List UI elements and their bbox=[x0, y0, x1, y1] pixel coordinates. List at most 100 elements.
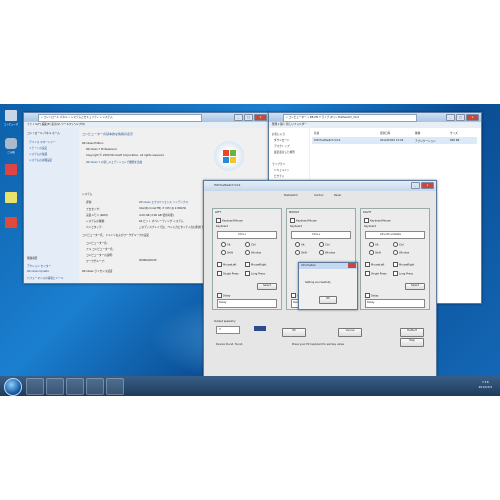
taskbar-clock[interactable]: 7:16 2012/3/3 bbox=[479, 380, 492, 390]
sysinfo-sidebar: コントロール パネル ホーム デバイス マネージャー リモートの設定 システムの… bbox=[24, 128, 79, 283]
mouse-right-option[interactable]: MouseRight bbox=[393, 262, 414, 267]
maximize-button[interactable]: □ bbox=[456, 114, 465, 121]
mode-keyboard-mouse[interactable]: KeyboardMouse bbox=[216, 218, 243, 223]
close-button[interactable]: x bbox=[421, 182, 434, 189]
see-also-performance[interactable]: パフォーマンスの情報とツール bbox=[27, 276, 63, 280]
nav-downloads[interactable]: ダウンロード bbox=[274, 138, 290, 142]
spec-value: Intel(R) Core(TM) i7 CPU @ 2.80GHz bbox=[139, 207, 186, 210]
taskbar-app-icon[interactable] bbox=[86, 378, 104, 395]
comp-key: コンピューター名: bbox=[86, 242, 108, 245]
keyboard-label: Keyboard bbox=[216, 225, 229, 228]
opt-ctrl[interactable]: Ctrl bbox=[319, 242, 330, 247]
opt-alt[interactable]: Alt bbox=[295, 242, 305, 247]
explorer-address-bar[interactable]: « コンピューター » RB-HB ドライブ (E:) » PostSwitch… bbox=[283, 114, 417, 122]
opt-window[interactable]: Window bbox=[393, 250, 409, 255]
close-icon[interactable] bbox=[348, 263, 356, 268]
opt-alt[interactable]: Alt bbox=[221, 242, 231, 247]
opt-window[interactable]: Window bbox=[319, 250, 335, 255]
rating-link[interactable]: Windows エクスペリエンス インデックス bbox=[139, 200, 188, 204]
upgrade-link[interactable]: Windows 7 の新しいエディションで機能を追加 bbox=[86, 160, 142, 164]
tab-postswitch[interactable]: Postswitch bbox=[284, 194, 298, 197]
sidebar-item-protection[interactable]: システムの保護 bbox=[29, 152, 47, 156]
opt-window[interactable]: Window bbox=[245, 250, 261, 255]
opt-shift[interactable]: Shift bbox=[369, 250, 381, 255]
default-button[interactable]: Default bbox=[400, 328, 424, 337]
delay-field[interactable]: Delay bbox=[365, 299, 425, 308]
desktop-icon-tool[interactable] bbox=[3, 217, 19, 229]
see-also-label: 関連項目 bbox=[27, 257, 38, 260]
maximize-button[interactable]: □ bbox=[244, 114, 253, 121]
single-press-option[interactable]: Single Press bbox=[365, 271, 387, 276]
dialog-ok-button[interactable]: OK bbox=[319, 296, 337, 304]
select-button[interactable]: Select bbox=[405, 283, 425, 290]
desktop-icon-folder[interactable] bbox=[3, 192, 19, 204]
combo-field[interactable]: Alt+Ctrl+Delete bbox=[365, 231, 425, 239]
taskbar-explorer-icon[interactable] bbox=[46, 378, 64, 395]
help-button[interactable]: Help bbox=[400, 338, 424, 347]
desktop-icon-label: コンピュータ bbox=[3, 123, 19, 126]
column-header-date[interactable]: 更新日時 bbox=[380, 131, 390, 135]
long-press-option[interactable]: Long Press bbox=[393, 271, 413, 276]
long-press-option[interactable]: Long Press bbox=[245, 271, 265, 276]
column-header-name[interactable]: 名前 bbox=[314, 131, 319, 135]
close-button[interactable]: x bbox=[254, 114, 267, 121]
desktop-icon-recycle-bin[interactable]: ごみ箱 bbox=[3, 138, 19, 154]
tab-panel[interactable]: Panel bbox=[334, 194, 341, 197]
delay-field[interactable]: Delay bbox=[217, 299, 277, 308]
sidebar-item-home[interactable]: コントロール パネル ホーム bbox=[27, 131, 60, 135]
mouse-right-option[interactable]: MouseRight bbox=[245, 262, 266, 267]
desktop-icon-app[interactable] bbox=[3, 164, 19, 176]
minimize-button[interactable]: _ bbox=[446, 114, 455, 121]
close-button[interactable]: x bbox=[466, 114, 479, 121]
sidebar-item-remote[interactable]: リモートの設定 bbox=[29, 146, 47, 150]
opt-ctrl[interactable]: Ctrl bbox=[393, 242, 404, 247]
delay-option[interactable]: Delay bbox=[365, 293, 378, 298]
nav-recent[interactable]: 最近表示した場所 bbox=[274, 150, 295, 154]
combo-field[interactable]: Ctrl+v bbox=[291, 231, 351, 239]
mouse-left-option[interactable]: MouseLeft bbox=[365, 262, 384, 267]
see-also-action-center[interactable]: アクション センター bbox=[27, 264, 51, 268]
keyboard-label: Keyboard bbox=[290, 225, 303, 228]
cancel-button[interactable]: Cancel bbox=[338, 328, 362, 337]
single-press-option[interactable]: Single Press bbox=[217, 271, 239, 276]
sidebar-item-advanced[interactable]: システムの詳細設定 bbox=[29, 158, 52, 162]
mode-keyboard-mouse[interactable]: KeyboardMouse bbox=[290, 218, 317, 223]
nav-favorites[interactable]: お気に入り bbox=[272, 132, 285, 136]
see-also-windows-update[interactable]: Windows Update bbox=[27, 270, 49, 273]
nav-libraries[interactable]: ライブラリ bbox=[272, 162, 285, 166]
opt-shift[interactable]: Shift bbox=[221, 250, 233, 255]
spec-key: 実装メモリ (RAM): bbox=[86, 214, 109, 217]
minimize-button[interactable]: _ bbox=[411, 182, 420, 189]
sidebar-item-device-manager[interactable]: デバイス マネージャー bbox=[29, 140, 56, 144]
select-button[interactable]: Select bbox=[257, 283, 277, 290]
taskbar-app-icon[interactable] bbox=[106, 378, 124, 395]
repeat-spinbox[interactable]: 3 bbox=[216, 326, 240, 334]
minimize-button[interactable]: _ bbox=[234, 114, 243, 121]
ok-button[interactable]: OK bbox=[282, 328, 306, 337]
combo-field[interactable]: Ctrl+c bbox=[217, 231, 277, 239]
taskbar-media-icon[interactable] bbox=[66, 378, 84, 395]
nav-pictures[interactable]: ピクチャ bbox=[274, 174, 284, 178]
column-header-size[interactable]: サイズ bbox=[450, 131, 458, 135]
opt-ctrl[interactable]: Ctrl bbox=[245, 242, 256, 247]
computer-section-label: コンピューター名、ドメインおよびワークグループの設定 bbox=[82, 234, 150, 237]
desktop-icon-computer[interactable]: コンピュータ bbox=[3, 110, 19, 126]
column-header-type[interactable]: 種類 bbox=[415, 131, 420, 135]
table-row[interactable]: HID PostSwitch V4.0 2012/03/03 13:29 アプリ… bbox=[312, 137, 477, 144]
nav-documents[interactable]: ドキュメント bbox=[274, 168, 290, 172]
explorer-titlebar[interactable]: « コンピューター » RB-HB ドライブ (E:) » PostSwitch… bbox=[269, 113, 481, 122]
mouse-left-option[interactable]: MouseLeft bbox=[217, 262, 236, 267]
dialog-titlebar[interactable]: Information bbox=[299, 263, 357, 269]
nav-desktop[interactable]: デスクトップ bbox=[274, 144, 290, 148]
system-window-titlebar[interactable]: « コントロール パネル » システムとセキュリティ » システム _ □ x bbox=[24, 113, 269, 122]
mode-keyboard-mouse[interactable]: KeyboardMouse bbox=[364, 218, 391, 223]
opt-alt[interactable]: Alt bbox=[369, 242, 379, 247]
taskbar-ie-icon[interactable] bbox=[26, 378, 44, 395]
start-button[interactable] bbox=[4, 378, 22, 396]
tab-control[interactable]: Control bbox=[314, 194, 323, 197]
opt-shift[interactable]: Shift bbox=[295, 250, 307, 255]
delay-option[interactable]: Delay bbox=[217, 293, 230, 298]
postswitch-titlebar[interactable]: HID PostSwitch V4.0 _ x bbox=[204, 181, 436, 191]
workgroup-value: WORKGROUP bbox=[139, 259, 157, 262]
address-bar[interactable]: « コントロール パネル » システムとセキュリティ » システム bbox=[38, 114, 202, 122]
